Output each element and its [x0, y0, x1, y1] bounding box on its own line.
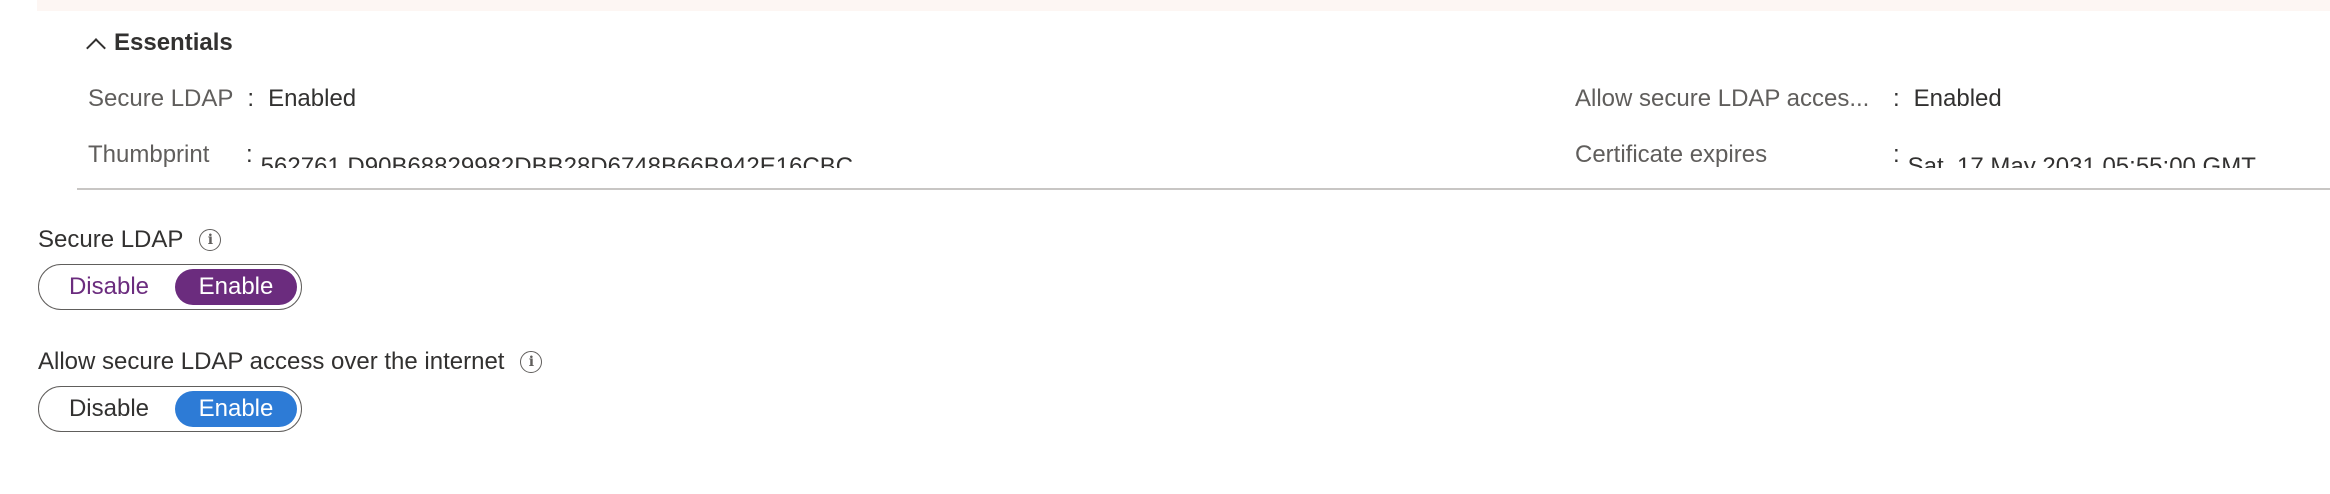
property-separator: : — [246, 141, 253, 168]
property-secure-ldap: Secure LDAP : Enabled — [88, 82, 356, 116]
secure-ldap-toggle: Disable Enable — [38, 264, 302, 310]
property-separator: : — [1893, 141, 1900, 168]
secure-ldap-enable-button[interactable]: Enable — [175, 269, 297, 305]
property-label: Thumbprint — [88, 141, 210, 168]
notification-banner-edge — [37, 0, 2330, 11]
property-internet-access: Allow secure LDAP acces... : Enabled — [1575, 82, 2002, 116]
property-value: Enabled — [268, 85, 357, 112]
info-icon[interactable]: i — [199, 229, 222, 251]
property-label: Secure LDAP — [88, 85, 234, 112]
info-icon[interactable]: i — [520, 351, 543, 373]
property-value: Sat, 17 May 2031 05:55:00 GMT — [1907, 153, 2256, 168]
property-thumbprint: Thumbprint : 562761 D90B68829982DBB28D67… — [88, 138, 853, 172]
property-separator: : — [1893, 85, 1900, 112]
property-value[interactable]: 562761 D90B68829982DBB28D6748B66B942E16C… — [261, 142, 853, 168]
property-label: Certificate expires — [1575, 141, 1768, 168]
property-label: Allow secure LDAP acces... — [1575, 85, 1870, 112]
chevron-up-icon — [88, 39, 102, 53]
secure-ldap-label: Secure LDAP i — [38, 223, 222, 257]
secure-ldap-label-text: Secure LDAP — [38, 226, 184, 253]
internet-access-label-text: Allow secure LDAP access over the intern… — [38, 348, 505, 375]
property-separator: : — [247, 85, 255, 112]
essentials-title: Essentials — [114, 29, 233, 56]
internet-access-toggle: Disable Enable — [38, 386, 302, 432]
essentials-panel: Secure LDAP : Enabled Allow secure LDAP … — [77, 80, 2330, 190]
property-value: Enabled — [1913, 85, 2002, 112]
internet-access-enable-button[interactable]: Enable — [175, 391, 297, 427]
essentials-toggle[interactable]: Essentials — [88, 26, 233, 60]
internet-access-label: Allow secure LDAP access over the intern… — [38, 345, 543, 379]
property-certificate-expires: Certificate expires : Sat, 17 May 2031 0… — [1575, 138, 2256, 172]
secure-ldap-disable-button[interactable]: Disable — [43, 269, 175, 305]
internet-access-disable-button[interactable]: Disable — [43, 391, 175, 427]
